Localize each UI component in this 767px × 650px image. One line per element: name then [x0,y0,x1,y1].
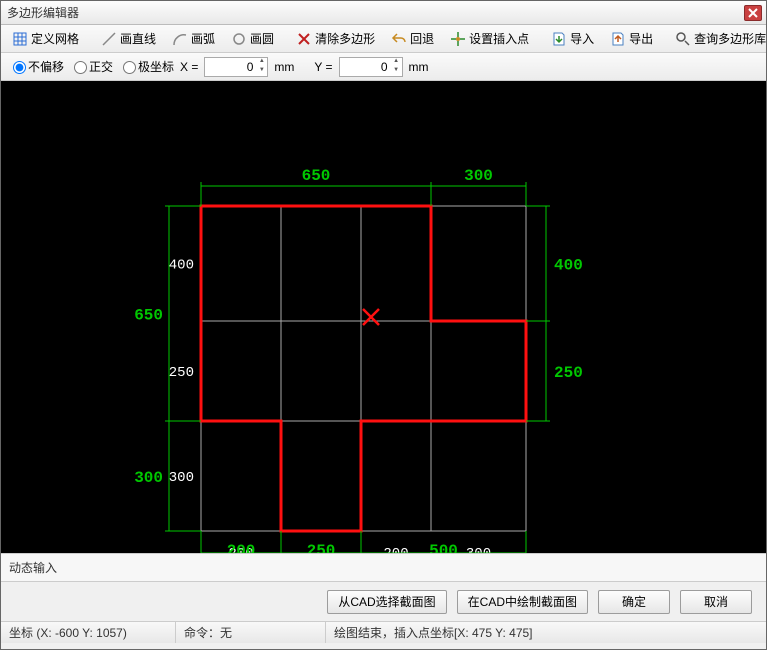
svg-text:300: 300 [134,469,163,487]
insert-point-icon [450,31,466,47]
ortho-radio-label[interactable]: 正交 [70,58,113,75]
svg-text:650: 650 [302,167,331,185]
svg-text:300: 300 [464,167,493,185]
status-cmd: 命令：无 [176,622,326,643]
draw-circle-label: 画圆 [250,30,274,47]
close-button[interactable] [744,5,762,21]
status-draw: 绘图结束，插入点坐标[X: 475 Y: 475] [326,622,766,643]
ortho-radio[interactable] [74,61,87,74]
close-icon [745,5,761,21]
ok-button[interactable]: 确定 [598,590,670,614]
svg-text:400: 400 [554,257,583,275]
undo-icon [391,31,407,47]
x-label: X = [180,60,198,74]
dynamic-input-bar: 动态输入 [1,553,766,581]
window-title: 多边形编辑器 [5,4,744,21]
svg-text:250: 250 [307,542,336,553]
cad-drawing: 4002503002002003006503004002506503002002… [1,81,766,553]
define-grid-label: 定义网格 [31,30,79,47]
query-library-label: 查询多边形库 [694,30,766,47]
y-unit: mm [409,60,429,74]
undo-button[interactable]: 回退 [384,27,441,50]
export-button[interactable]: 导出 [603,27,660,50]
draw-arc-label: 画弧 [191,30,215,47]
cancel-button[interactable]: 取消 [680,590,752,614]
clear-polygon-label: 清除多边形 [315,30,375,47]
svg-text:650: 650 [134,307,163,325]
set-insert-label: 设置插入点 [469,30,529,47]
draw-in-cad-button[interactable]: 在CAD中绘制截面图 [457,590,588,614]
svg-text:200: 200 [227,542,256,553]
polar-radio-label[interactable]: 极坐标 [119,58,174,75]
toolbar: 定义网格 画直线 画弧 画圆 清除多边形 回退 设置插入点 导入 导出 查询多边… [1,25,766,53]
svg-text:200: 200 [383,546,408,553]
define-grid-button[interactable]: 定义网格 [5,27,86,50]
from-cad-button[interactable]: 从CAD选择截面图 [327,590,446,614]
dynamic-input-label: 动态输入 [9,559,57,576]
no-offset-radio[interactable] [13,61,26,74]
import-label: 导入 [570,30,594,47]
x-icon [296,31,312,47]
title-bar: 多边形编辑器 [1,1,766,25]
undo-label: 回退 [410,30,434,47]
query-library-button[interactable]: 查询多边形库 [668,27,767,50]
coordinate-bar: 不偏移 正交 极坐标 X = ▲▼ mm Y = ▲▼ mm [1,53,766,81]
import-icon [551,31,567,47]
svg-text:250: 250 [554,364,583,382]
svg-text:300: 300 [169,470,194,486]
draw-circle-button[interactable]: 画圆 [224,27,281,50]
clear-polygon-button[interactable]: 清除多边形 [289,27,382,50]
draw-arc-button[interactable]: 画弧 [165,27,222,50]
y-label: Y = [314,60,332,74]
arc-icon [172,31,188,47]
search-icon [675,31,691,47]
status-coord: 坐标 (X: -600 Y: 1057) [1,622,176,643]
import-button[interactable]: 导入 [544,27,601,50]
grid-icon [12,31,28,47]
x-unit: mm [274,60,294,74]
status-bar: 坐标 (X: -600 Y: 1057) 命令：无 绘图结束，插入点坐标[X: … [1,621,766,643]
set-insert-point-button[interactable]: 设置插入点 [443,27,536,50]
svg-text:500: 500 [429,542,458,553]
draw-line-button[interactable]: 画直线 [94,27,163,50]
x-spinner[interactable]: ▲▼ [256,58,267,76]
export-label: 导出 [629,30,653,47]
canvas[interactable]: 4002503002002003006503004002506503002002… [1,81,766,553]
no-offset-radio-label[interactable]: 不偏移 [9,58,64,75]
line-icon [101,31,117,47]
button-row: 从CAD选择截面图 在CAD中绘制截面图 确定 取消 [1,581,766,621]
export-icon [610,31,626,47]
circle-icon [231,31,247,47]
polar-radio[interactable] [123,61,136,74]
svg-text:400: 400 [169,258,194,274]
y-spinner[interactable]: ▲▼ [391,58,402,76]
svg-text:300: 300 [466,546,491,553]
draw-line-label: 画直线 [120,30,156,47]
svg-text:250: 250 [169,365,194,381]
